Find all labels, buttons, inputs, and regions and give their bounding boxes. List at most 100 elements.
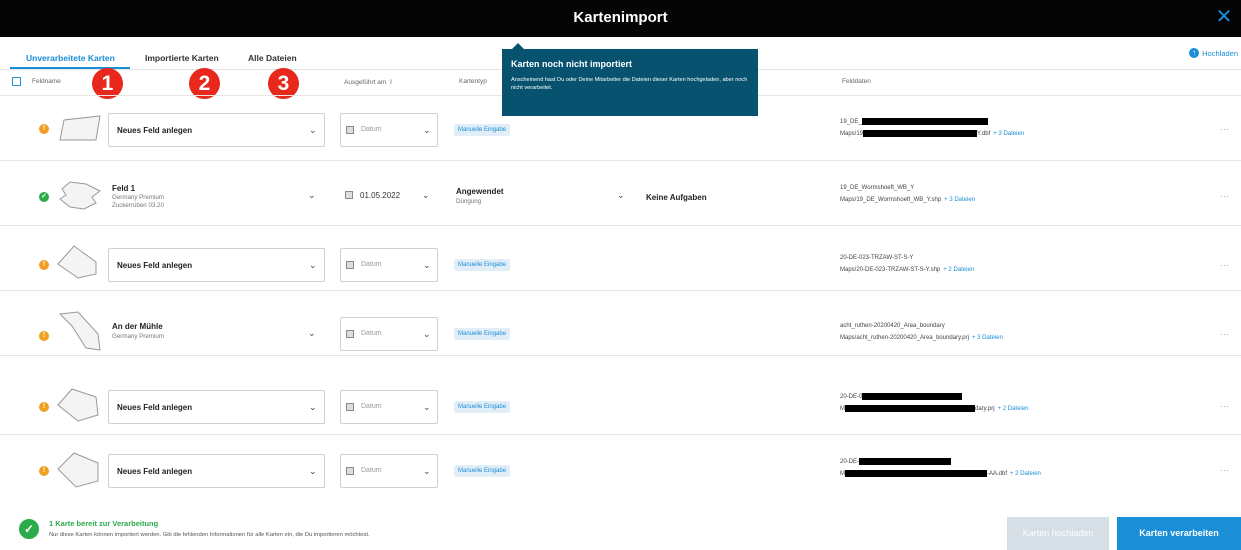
field-data-line1: 19_DE_ xyxy=(840,118,988,125)
calendar-icon xyxy=(346,261,354,269)
table-row: ! Neues Feld anlegen ⌄ Datum ⌄ Manuelle … xyxy=(0,371,1241,435)
calendar-icon xyxy=(346,330,354,338)
tab-imported-maps[interactable]: Importierte Karten xyxy=(145,53,219,63)
date-select-label: Datum xyxy=(361,403,382,410)
field-data-line2: Maps/19_DE_Wormshoeft_WB_Y.shp + 3 Dateie… xyxy=(840,197,975,203)
field-data-line1-text: 20-DE-0 xyxy=(840,394,863,401)
field-data-line2-prefix: Maps/acht_ruthen-20200420_Area_boundary.… xyxy=(840,335,969,341)
more-files-link[interactable]: + 3 Dateien xyxy=(944,197,975,203)
field-select-label: Neues Feld anlegen xyxy=(117,126,193,135)
field-subtitle: Germany Premium xyxy=(112,333,164,340)
field-select[interactable]: An der Mühle Germany Premium ⌄ xyxy=(108,317,325,351)
footer-hint: Nur diese Karten können importiert werde… xyxy=(49,532,370,538)
field-data-line2: Maps/20-DE-023-TRZAW-ST-S-Y.shp + 2 Datei… xyxy=(840,267,974,273)
tab-unprocessed-maps[interactable]: Unverarbeitete Karten xyxy=(26,53,115,63)
window-title: Kartenimport xyxy=(573,9,668,26)
field-select[interactable]: Neues Feld anlegen ⌄ xyxy=(108,113,325,147)
field-data-line1: acht_ruthen-20200420_Area_boundary xyxy=(840,323,945,329)
more-files-link[interactable]: + 2 Dateien xyxy=(998,406,1029,412)
field-subtitle: Germany Premium xyxy=(112,194,164,201)
table-row: ! An der Mühle Germany Premium ⌄ Datum ⌄… xyxy=(0,292,1241,356)
field-data-line1-text: 19_DE_ xyxy=(840,119,862,126)
map-type-subtitle: Düngung xyxy=(456,198,482,205)
manual-entry-badge[interactable]: Manuelle Eingabe xyxy=(454,259,511,271)
field-data-line2-prefix: Maps/20-DE-023-TRZAW-ST-S-Y.shp xyxy=(840,267,941,273)
chevron-down-icon: ⌄ xyxy=(423,402,431,412)
date-select[interactable]: 01.05.2022 ⌄ xyxy=(340,179,438,213)
check-icon: ✓ xyxy=(39,192,49,202)
tab-all-files[interactable]: Alle Dateien xyxy=(248,53,297,63)
more-files-link[interactable]: + 3 Dateien xyxy=(972,335,1003,341)
map-type-title: Angewendet xyxy=(456,187,504,196)
redaction-bar xyxy=(845,405,975,412)
tooltip-title: Karten noch nicht importiert xyxy=(511,59,633,69)
chevron-down-icon: ⌄ xyxy=(309,260,317,270)
field-data-line1: 20-DE-0 xyxy=(840,393,963,401)
date-select[interactable]: Datum ⌄ xyxy=(340,113,438,147)
more-files-link[interactable]: + 2 Dateien xyxy=(1010,471,1041,477)
warning-icon: ! xyxy=(39,260,49,270)
date-select-label: Datum xyxy=(361,467,382,474)
redaction-bar xyxy=(863,130,978,137)
more-files-link[interactable]: + 2 Dateien xyxy=(943,267,974,273)
chevron-down-icon: ⌄ xyxy=(308,328,316,338)
column-header-field-name[interactable]: Feldname xyxy=(32,78,61,85)
row-menu-icon[interactable]: ··· xyxy=(1220,124,1229,134)
row-menu-icon[interactable]: ··· xyxy=(1220,260,1229,270)
row-menu-icon[interactable]: ··· xyxy=(1220,465,1229,475)
ready-status: 1 Karte bereit zur Verarbeitung xyxy=(49,519,159,528)
row-menu-icon[interactable]: ··· xyxy=(1220,401,1229,411)
sort-icon[interactable]: ⇕ xyxy=(388,79,393,86)
date-select[interactable]: Datum ⌄ xyxy=(340,454,438,488)
table-row: ! Neues Feld anlegen ⌄ Datum ⌄ Manuelle … xyxy=(0,436,1241,500)
warning-icon: ! xyxy=(39,466,49,476)
field-shape-icon xyxy=(58,311,101,351)
column-header-executed-on-label: Ausgeführt am xyxy=(344,79,387,86)
upload-link[interactable]: ↑ Hochladen xyxy=(1189,48,1238,58)
chevron-down-icon: ⌄ xyxy=(423,125,431,135)
chevron-down-icon: ⌄ xyxy=(309,125,317,135)
manual-entry-badge[interactable]: Manuelle Eingabe xyxy=(454,465,511,477)
chevron-down-icon: ⌄ xyxy=(423,260,431,270)
row-menu-icon[interactable]: ··· xyxy=(1220,191,1229,201)
date-select[interactable]: Datum ⌄ xyxy=(340,317,438,351)
field-shape-icon xyxy=(57,388,99,422)
warning-icon: ! xyxy=(39,402,49,412)
manual-entry-badge[interactable]: Manuelle Eingabe xyxy=(454,401,511,413)
manual-entry-badge[interactable]: Manuelle Eingabe xyxy=(454,124,511,136)
redaction-bar xyxy=(861,118,988,125)
check-circle-icon: ✓ xyxy=(19,519,39,539)
date-select[interactable]: Datum ⌄ xyxy=(340,248,438,282)
redaction-bar xyxy=(862,393,963,400)
column-header-map-type[interactable]: Kartentyp xyxy=(459,78,487,85)
field-select[interactable]: Feld 1 Germany Premium Zuckerrüben 03.20… xyxy=(108,179,325,213)
chevron-down-icon: ⌄ xyxy=(423,466,431,476)
redaction-bar xyxy=(845,470,987,477)
field-data-line1-text: 20-DE- xyxy=(840,459,860,466)
field-select[interactable]: Neues Feld anlegen ⌄ xyxy=(108,390,325,424)
chevron-down-icon[interactable]: ⌄ xyxy=(617,190,625,201)
date-select-label: Datum xyxy=(361,126,382,133)
calendar-icon xyxy=(346,126,354,134)
field-name: An der Mühle xyxy=(112,322,163,331)
calendar-icon xyxy=(345,191,353,199)
date-select[interactable]: Datum ⌄ xyxy=(340,390,438,424)
tooltip-body: Anscheinend hast Du oder Deine Mitarbeit… xyxy=(511,77,748,91)
field-name: Feld 1 xyxy=(112,184,136,193)
upload-maps-button[interactable]: Karten hochladen xyxy=(1007,517,1109,550)
field-select[interactable]: Neues Feld anlegen ⌄ xyxy=(108,248,325,282)
redaction-bar xyxy=(859,458,952,465)
close-icon[interactable]: ✕ xyxy=(1213,6,1235,28)
field-data-line1: 19_DE_Wormshoeft_WB_Y xyxy=(840,185,915,191)
column-header-field-data[interactable]: Felddaten xyxy=(842,78,871,85)
column-header-executed-on[interactable]: Ausgeführt am ⇕ xyxy=(344,78,394,86)
date-value: 01.05.2022 xyxy=(360,191,401,200)
manual-entry-badge[interactable]: Manuelle Eingabe xyxy=(454,328,511,340)
select-all-checkbox[interactable] xyxy=(12,77,21,86)
field-data-line2-prefix: Maps/19_DE_Wormshoeft_WB_Y.shp xyxy=(840,197,942,203)
field-data-line1: 20-DE- xyxy=(840,458,952,466)
more-files-link[interactable]: + 3 Dateien xyxy=(993,131,1024,137)
row-menu-icon[interactable]: ··· xyxy=(1220,329,1229,339)
field-select[interactable]: Neues Feld anlegen ⌄ xyxy=(108,454,325,488)
process-maps-button[interactable]: Karten verarbeiten xyxy=(1117,517,1241,550)
